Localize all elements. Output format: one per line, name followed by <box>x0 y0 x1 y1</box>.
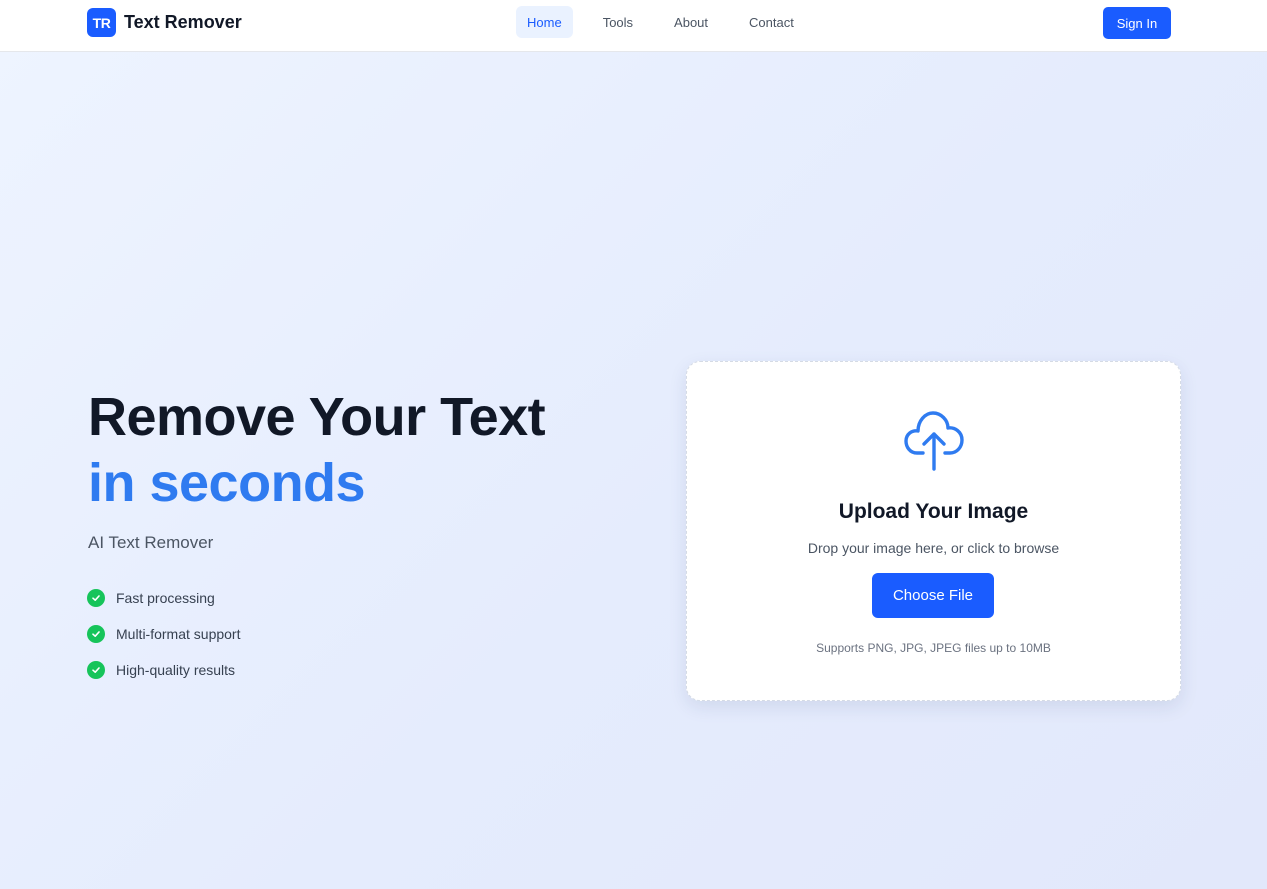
upload-supported-formats: Supports PNG, JPG, JPEG files up to 10MB <box>816 641 1051 655</box>
feature-item-multi-format: Multi-format support <box>87 625 240 643</box>
hero-title: Remove Your Text in seconds <box>88 384 546 516</box>
sign-in-button[interactable]: Sign In <box>1103 7 1171 39</box>
nav-item-home[interactable]: Home <box>516 6 573 38</box>
nav-item-about[interactable]: About <box>663 6 719 38</box>
main-nav: Home Tools About Contact <box>516 6 824 38</box>
feature-label: Multi-format support <box>116 626 241 642</box>
feature-item-fast-processing: Fast processing <box>87 589 240 607</box>
feature-list: Fast processing Multi-format support Hig… <box>87 589 240 697</box>
check-circle-icon <box>87 625 105 643</box>
check-circle-icon <box>87 661 105 679</box>
cloud-upload-icon <box>903 406 965 472</box>
feature-item-high-quality: High-quality results <box>87 661 240 679</box>
brand-name: Text Remover <box>124 12 242 32</box>
hero-subtitle: AI Text Remover <box>88 533 214 552</box>
upload-hint: Drop your image here, or click to browse <box>807 540 1060 556</box>
top-header: TR Text Remover Home Tools About Contact… <box>0 0 1267 52</box>
nav-item-contact[interactable]: Contact <box>738 6 805 38</box>
logo-badge: TR <box>87 8 116 37</box>
upload-title: Upload Your Image <box>838 500 1029 523</box>
upload-dropzone[interactable]: Upload Your Image Drop your image here, … <box>686 361 1181 701</box>
hero-title-line2: in seconds <box>88 453 366 513</box>
hero-title-line1: Remove Your Text <box>88 387 546 447</box>
check-circle-icon <box>87 589 105 607</box>
choose-file-button[interactable]: Choose File <box>872 573 994 618</box>
feature-label: High-quality results <box>116 662 236 678</box>
nav-item-tools[interactable]: Tools <box>592 6 644 38</box>
feature-label: Fast processing <box>116 590 215 606</box>
brand-logo-link[interactable]: TR Text Remover <box>87 8 242 37</box>
